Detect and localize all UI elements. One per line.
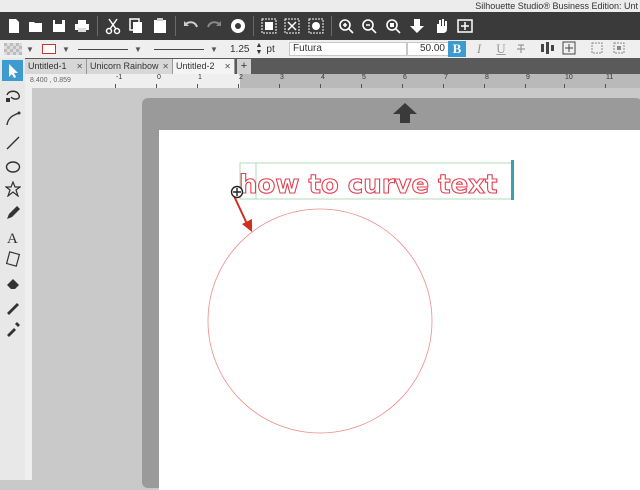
- line-style-select[interactable]: ▼: [78, 41, 142, 57]
- point-edit-icon[interactable]: [2, 84, 23, 105]
- svg-text:A: A: [7, 231, 18, 245]
- property-bar: ▼ ▼ ▼ ▼ 1.25 ▲▼ pt Futura ▼ 50.00 ▼ B I …: [0, 40, 640, 59]
- line-color-swatch[interactable]: ▼: [42, 41, 70, 57]
- copy-icon[interactable]: [125, 15, 147, 37]
- undo-icon[interactable]: [180, 15, 202, 37]
- line-tool-icon[interactable]: [2, 132, 23, 153]
- stepper-icon[interactable]: ▲ ▼: [255, 42, 262, 56]
- title-bar: Silhouette Studio® Business Edition: Unt: [0, 0, 640, 12]
- chevron-down-icon: ▼: [210, 44, 218, 54]
- zoom-select-icon[interactable]: [382, 15, 404, 37]
- font-select[interactable]: Futura ▼: [289, 41, 417, 57]
- circle-shape[interactable]: [207, 208, 433, 434]
- tab-untitled-1[interactable]: Untitled-1 ✕: [25, 59, 87, 74]
- polygon-tool-icon[interactable]: [2, 178, 23, 199]
- print-icon[interactable]: [71, 15, 93, 37]
- close-icon[interactable]: ✕: [224, 59, 231, 74]
- font-size-value[interactable]: 50.00: [407, 42, 449, 56]
- italic-button[interactable]: I: [470, 41, 488, 57]
- chevron-down-icon[interactable]: ▼: [62, 45, 70, 54]
- resize-handle[interactable]: [511, 160, 514, 200]
- font-name[interactable]: Futura: [289, 42, 407, 56]
- tool-palette: A: [0, 58, 26, 480]
- add-tab-button[interactable]: +: [237, 59, 251, 74]
- tab-unicorn-rainbow[interactable]: Unicorn Rainbow ✕: [87, 59, 173, 74]
- text-tool-icon[interactable]: A: [2, 226, 23, 247]
- line-width-unit: pt: [266, 43, 275, 55]
- annotation-arrowhead: [242, 219, 252, 232]
- fill-icon[interactable]: [2, 248, 23, 269]
- move-down-icon[interactable]: [406, 15, 428, 37]
- align-icons: [540, 41, 626, 57]
- eyedropper-icon[interactable]: [2, 318, 23, 339]
- cursor-coordinates: 8.400 , 0.859: [30, 77, 71, 84]
- paste-icon[interactable]: [149, 15, 171, 37]
- canvas-text[interactable]: how to curve text: [238, 169, 498, 200]
- style-buttons: B I U: [448, 41, 530, 57]
- redo-icon[interactable]: [203, 15, 225, 37]
- replicate-icon[interactable]: [227, 15, 249, 37]
- bold-button[interactable]: B: [448, 41, 466, 57]
- cut-icon[interactable]: [102, 15, 124, 37]
- pan-icon[interactable]: [430, 15, 452, 37]
- line-join-select[interactable]: ▼: [154, 41, 218, 57]
- new-icon[interactable]: [3, 15, 25, 37]
- chevron-down-icon[interactable]: ▼: [26, 45, 34, 54]
- close-icon[interactable]: ✕: [76, 59, 83, 74]
- chevron-down-icon: ▼: [134, 44, 142, 54]
- line-width-value[interactable]: 1.25: [230, 44, 249, 55]
- group-icon[interactable]: [258, 15, 280, 37]
- ellipse-tool-icon[interactable]: [2, 156, 23, 177]
- curve-icon[interactable]: [2, 108, 23, 129]
- ungroup-icon[interactable]: [281, 15, 303, 37]
- save-icon[interactable]: [48, 15, 70, 37]
- zoom-out-icon[interactable]: [358, 15, 380, 37]
- horizontal-ruler: 8.400 , 0.859 -1 0 1 2 3 4 5 6 7 8 9 10 …: [25, 74, 640, 89]
- transform-icon[interactable]: [590, 41, 604, 58]
- pencil-icon[interactable]: [2, 202, 23, 223]
- select-tool-icon[interactable]: [2, 60, 23, 81]
- close-icon[interactable]: ✕: [162, 59, 169, 74]
- align-bar-icon[interactable]: [540, 41, 556, 58]
- eraser-icon[interactable]: [2, 272, 23, 293]
- knife-icon[interactable]: [2, 296, 23, 317]
- add-page-icon[interactable]: [454, 15, 476, 37]
- canvas-objects: how to curve text: [207, 160, 514, 434]
- app-title: Silhouette Studio® Business Edition: Unt: [475, 1, 638, 11]
- compound-icon[interactable]: [305, 15, 327, 37]
- strikethrough-icon[interactable]: [512, 41, 530, 57]
- move-cursor-icon: [230, 185, 244, 199]
- transform-alt-icon[interactable]: [612, 41, 626, 58]
- align-center-icon[interactable]: [562, 41, 576, 58]
- line-width-field[interactable]: 1.25 ▲ ▼ pt: [230, 41, 275, 57]
- fill-pattern-swatch[interactable]: ▼: [4, 41, 34, 57]
- main-toolbar: [0, 12, 640, 40]
- zoom-in-icon[interactable]: [335, 15, 357, 37]
- document-tabs: Untitled-1 ✕ Unicorn Rainbow ✕ Untitled-…: [25, 58, 640, 74]
- annotation-arrow: [233, 195, 249, 227]
- tab-untitled-2[interactable]: Untitled-2 ✕: [173, 59, 235, 74]
- design-canvas[interactable]: how to curve text: [32, 88, 640, 490]
- open-icon[interactable]: [25, 15, 47, 37]
- underline-button[interactable]: U: [492, 41, 510, 57]
